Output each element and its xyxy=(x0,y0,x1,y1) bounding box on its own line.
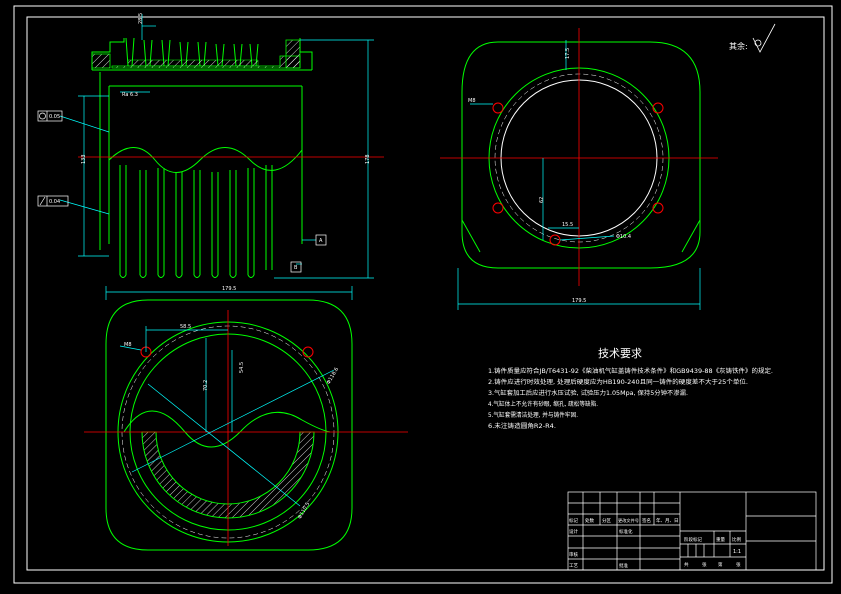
top-width-dim: 179.5 xyxy=(222,286,236,292)
tb-process: 工艺 xyxy=(569,563,578,569)
tb-scale: 1:1 xyxy=(733,549,741,555)
tb-sheets-index: 第 xyxy=(718,561,723,568)
tb-sheets-unit-2: 张 xyxy=(736,561,741,568)
tech-item-1: 1.铸件质量应符合JB/T6431-92《柴油机气缸盖铸件技术条件》和GB943… xyxy=(488,367,773,375)
top-offset-dim: 58.5 xyxy=(180,324,191,330)
datum-a: A xyxy=(319,238,323,244)
cad-drawing: 其余: 28.5 178 133 Ra 6.3 0.05 0.04 A B 17… xyxy=(13,5,833,584)
datum-b: B xyxy=(294,265,298,271)
right-view: 179.5 M8 62 17.5 15.5 Φ10.4 xyxy=(440,28,718,310)
top-pcd-dim: Φ118.6 xyxy=(326,367,340,386)
tb-review: 审核 xyxy=(569,551,578,558)
side-ra-mark: Ra 6.3 xyxy=(122,92,138,98)
right-h-dim: 15.5 xyxy=(562,222,573,228)
tb-design: 设计 xyxy=(569,528,578,535)
side-height-dim: 178 xyxy=(365,154,371,164)
tb-label-zone: 分区 xyxy=(602,517,611,524)
tb-stage-mark: 阶段标记 xyxy=(684,536,702,543)
roughness-label: 其余: xyxy=(729,41,748,51)
side-inner-dim: 133 xyxy=(81,154,87,164)
top-dim-v2: 54.5 xyxy=(239,362,245,373)
tb-label-change: 更改文件号 xyxy=(618,517,639,523)
top-hole-dim: M8 xyxy=(124,342,132,348)
side-top-dim: 28.5 xyxy=(138,13,144,24)
roughness-symbol-icon xyxy=(752,23,776,53)
tech-item-3: 3.气缸套加工后应进行水压试验, 试验压力1.05Mpa, 保持5分钟不渗漏. xyxy=(488,389,688,397)
right-hole-dim: M8 xyxy=(468,98,476,104)
tech-title: 技术要求 xyxy=(598,347,642,360)
tech-item-2: 2.铸件应进行时效处理, 处理后硬度应为HB190-240且同一铸件的硬度差不大… xyxy=(488,378,748,386)
tb-label-sign: 签名 xyxy=(642,517,651,524)
tech-item-5: 5.气缸套需清洁处理, 并与铸件牢固. xyxy=(488,411,578,419)
tb-sheets-unit-1: 张 xyxy=(702,561,707,568)
side-view: 28.5 178 133 Ra 6.3 0.05 0.04 A B xyxy=(37,13,384,279)
tech-item-6: 6.未注铸造圆角R2-R4. xyxy=(488,422,556,430)
tb-label-date: 年、月、日 xyxy=(656,517,679,524)
tb-label-count: 处数 xyxy=(585,517,594,524)
tech-item-4: 4.气缸体上不允许有砂眼, 缩孔, 疏松等缺陷. xyxy=(488,400,598,408)
tb-standard: 标准化 xyxy=(619,528,633,535)
fcf-2-value: 0.04 xyxy=(49,199,60,205)
tb-ratio: 比例 xyxy=(732,536,741,543)
tb-weight: 重量 xyxy=(716,536,725,543)
tb-sheets-total: 共 xyxy=(684,561,689,568)
right-circle-dim: Φ10.4 xyxy=(616,234,631,240)
top-dim-v1: 70.2 xyxy=(203,380,209,391)
fcf-1-value: 0.05 xyxy=(49,114,60,120)
right-v-dim: 62 xyxy=(539,197,545,203)
right-small-dim: 17.5 xyxy=(565,48,571,59)
tb-label-mark: 标记 xyxy=(569,517,578,524)
top-view: 179.5 58.5 M8 70.2 54.5 Φ118.6 Φ110.5 xyxy=(84,286,408,551)
title-block xyxy=(567,491,817,571)
tb-approve: 批准 xyxy=(619,562,628,569)
right-width-dim: 179.5 xyxy=(572,298,586,304)
